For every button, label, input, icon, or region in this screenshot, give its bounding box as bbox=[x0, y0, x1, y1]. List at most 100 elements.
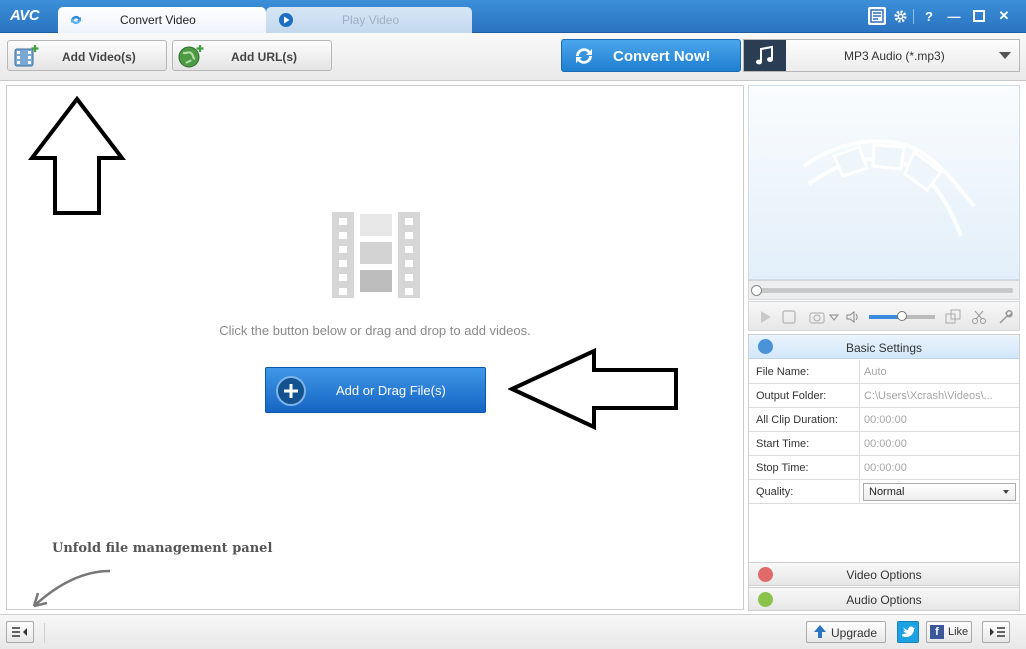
convert-now-label: Convert Now! bbox=[613, 48, 711, 65]
title-bar: AVC Convert Video Play Video ? — ✕ bbox=[0, 0, 1026, 33]
add-video-icon bbox=[14, 45, 39, 67]
tab-label: Convert Video bbox=[120, 13, 196, 27]
film-strip-icon bbox=[802, 139, 976, 237]
video-options-bar[interactable]: Video Options bbox=[748, 562, 1020, 586]
setting-key: Quality: bbox=[756, 486, 794, 498]
wrench-icon[interactable] bbox=[997, 309, 1013, 325]
chevron-down-icon[interactable] bbox=[829, 309, 839, 325]
output-format-label: MP3 Audio (*.mp3) bbox=[844, 49, 945, 63]
setting-row-start-time[interactable]: Start Time: 00:00:00 bbox=[749, 432, 1019, 456]
facebook-like-button[interactable]: f Like bbox=[926, 621, 972, 643]
close-button[interactable]: ✕ bbox=[995, 7, 1013, 25]
tab-label: Play Video bbox=[342, 13, 400, 27]
video-options-label: Video Options bbox=[846, 568, 922, 582]
help-button[interactable]: ? bbox=[920, 7, 938, 25]
title-separator bbox=[913, 9, 914, 24]
basic-settings-header[interactable]: Basic Settings bbox=[749, 335, 1019, 359]
add-video-button[interactable]: Add Video(s) bbox=[7, 40, 167, 71]
plus-icon bbox=[276, 376, 306, 406]
setting-value[interactable]: C:\Users\Xcrash\Videos\... bbox=[864, 390, 1014, 402]
chevron-down-icon bbox=[999, 52, 1011, 59]
app-logo: AVC bbox=[10, 7, 40, 24]
upgrade-icon bbox=[814, 625, 826, 638]
film-strip-icon bbox=[332, 212, 420, 298]
setting-key: All Clip Duration: bbox=[756, 414, 838, 426]
upgrade-button[interactable]: Upgrade bbox=[806, 621, 886, 643]
seek-track bbox=[755, 288, 1013, 293]
twitter-button[interactable] bbox=[897, 621, 919, 643]
setting-value[interactable]: Auto bbox=[864, 366, 1014, 378]
player-controls bbox=[748, 301, 1020, 331]
setting-value[interactable]: 00:00:00 bbox=[864, 438, 1014, 450]
setting-key: Output Folder: bbox=[756, 390, 827, 402]
play-icon[interactable] bbox=[757, 309, 773, 325]
status-bar: Upgrade f Like bbox=[0, 614, 1026, 649]
setting-row-all-clip-duration[interactable]: All Clip Duration: 00:00:00 bbox=[749, 408, 1019, 432]
seek-bar[interactable] bbox=[748, 280, 1020, 300]
scissors-icon[interactable] bbox=[971, 309, 987, 325]
add-or-drag-files-button[interactable]: Add or Drag File(s) bbox=[265, 367, 486, 413]
format-icon-box bbox=[744, 40, 786, 71]
row-divider bbox=[859, 456, 860, 480]
twitter-icon bbox=[902, 626, 916, 638]
minimize-button[interactable]: — bbox=[945, 7, 963, 25]
setting-key: Stop Time: bbox=[756, 462, 809, 474]
toolbar: Add Video(s) Add URL(s) Convert Now! MP3… bbox=[0, 33, 1026, 81]
like-label: Like bbox=[948, 626, 969, 638]
add-url-icon bbox=[178, 45, 204, 68]
setting-row-file-name[interactable]: File Name: Auto bbox=[749, 360, 1019, 384]
setting-key: Start Time: bbox=[756, 438, 810, 450]
setting-row-stop-time[interactable]: Stop Time: 00:00:00 bbox=[749, 456, 1019, 480]
setting-value[interactable]: 00:00:00 bbox=[864, 462, 1014, 474]
chevron-down-icon bbox=[1003, 490, 1009, 494]
menu-button[interactable] bbox=[868, 7, 886, 25]
facebook-icon: f bbox=[930, 625, 944, 639]
add-or-drag-label: Add or Drag File(s) bbox=[336, 383, 446, 398]
add-url-button[interactable]: Add URL(s) bbox=[172, 40, 332, 71]
settings-button[interactable] bbox=[891, 7, 909, 25]
audio-options-label: Audio Options bbox=[846, 593, 922, 607]
video-preview bbox=[748, 85, 1020, 280]
copy-icon[interactable] bbox=[945, 309, 961, 325]
output-format-select[interactable]: MP3 Audio (*.mp3) bbox=[743, 39, 1020, 72]
panel-toggle-icon bbox=[12, 627, 27, 637]
gear-icon bbox=[893, 9, 907, 23]
row-divider bbox=[859, 384, 860, 408]
row-divider bbox=[859, 360, 860, 384]
convert-tab-icon bbox=[71, 16, 81, 25]
file-list-area[interactable]: Click the button below or drag and drop … bbox=[6, 85, 744, 610]
maximize-button[interactable] bbox=[970, 7, 988, 25]
tab-play-video[interactable]: Play Video bbox=[266, 7, 472, 33]
status-separator bbox=[44, 623, 45, 643]
drop-hint-text: Click the button below or drag and drop … bbox=[219, 323, 531, 338]
maximize-icon bbox=[973, 10, 985, 22]
play-tab-icon bbox=[279, 13, 293, 27]
unfold-panel-note: Unfold file management panel bbox=[52, 541, 273, 556]
stop-icon[interactable] bbox=[781, 309, 797, 325]
quality-value: Normal bbox=[869, 486, 905, 498]
setting-value[interactable]: 00:00:00 bbox=[864, 414, 1014, 426]
setting-row-output-folder[interactable]: Output Folder: C:\Users\Xcrash\Videos\..… bbox=[749, 384, 1019, 408]
music-note-icon bbox=[756, 45, 773, 65]
setting-row-quality[interactable]: Quality: Normal bbox=[749, 480, 1019, 504]
volume-handle[interactable] bbox=[897, 311, 907, 321]
add-video-label: Add Video(s) bbox=[62, 50, 136, 64]
audio-options-bar[interactable]: Audio Options bbox=[748, 587, 1020, 611]
refresh-icon bbox=[576, 48, 592, 64]
unfold-file-panel-button[interactable] bbox=[6, 621, 34, 643]
add-url-label: Add URL(s) bbox=[231, 50, 297, 64]
camera-icon[interactable] bbox=[809, 309, 825, 325]
setting-key: File Name: bbox=[756, 366, 810, 378]
row-divider bbox=[859, 480, 860, 504]
fold-right-panel-button[interactable] bbox=[982, 621, 1010, 643]
volume-icon[interactable] bbox=[845, 309, 861, 325]
menu-icon bbox=[870, 9, 884, 23]
tab-convert-video[interactable]: Convert Video bbox=[58, 7, 266, 33]
quality-select[interactable]: Normal bbox=[863, 483, 1016, 501]
row-divider bbox=[859, 432, 860, 456]
upgrade-label: Upgrade bbox=[831, 626, 878, 640]
basic-settings-label: Basic Settings bbox=[845, 341, 923, 355]
convert-now-button[interactable]: Convert Now! bbox=[561, 39, 741, 72]
row-divider bbox=[859, 408, 860, 432]
seek-handle[interactable] bbox=[751, 285, 762, 296]
